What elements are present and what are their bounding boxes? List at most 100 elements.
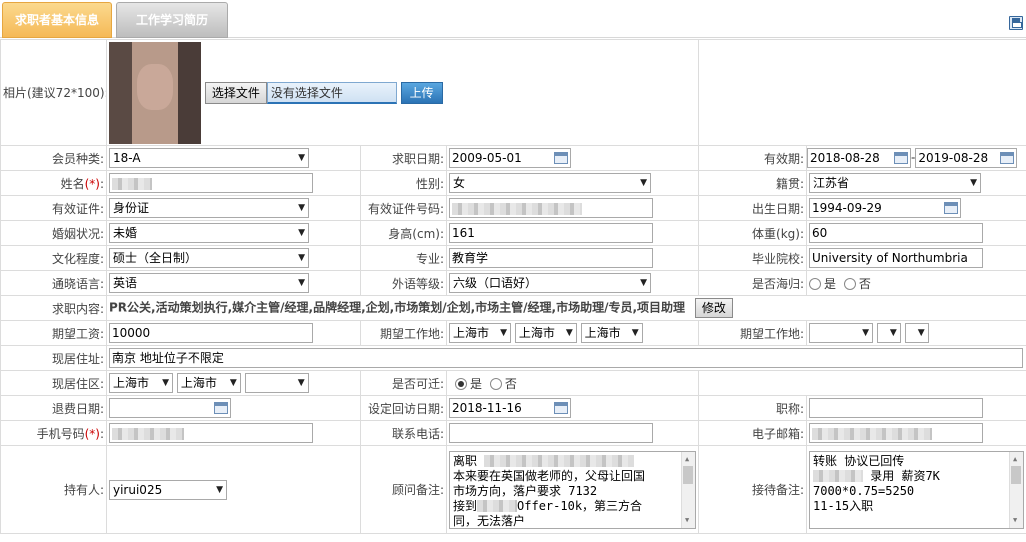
mobile-label: 手机号码(*): <box>0 420 107 446</box>
mobile-input[interactable] <box>109 423 313 443</box>
current-area-city-select[interactable]: 上海市 ▼ <box>176 373 241 393</box>
chevron-down-icon: ▼ <box>640 278 647 288</box>
scrollbar[interactable] <box>681 451 695 528</box>
expected-salary-input[interactable]: 10000 <box>109 323 313 343</box>
refund-date-input[interactable] <box>109 398 231 418</box>
apply-date-input[interactable]: 2009-05-01 <box>449 148 571 168</box>
name-input[interactable] <box>109 173 313 193</box>
expected-location-district-select[interactable]: 上海市 ▼ <box>580 323 643 343</box>
chevron-down-icon: ▼ <box>631 328 639 338</box>
expected-location-city-select[interactable]: 上海市 ▼ <box>514 323 577 343</box>
chevron-down-icon: ▼ <box>298 153 305 163</box>
calendar-icon[interactable] <box>894 152 908 164</box>
calendar-icon[interactable] <box>214 402 228 414</box>
returnee-yes-radio[interactable] <box>809 278 821 290</box>
language-label: 通晓语言: <box>0 270 107 296</box>
weight-input[interactable]: 60 <box>809 223 983 243</box>
language-select[interactable]: 英语 ▼ <box>109 273 309 293</box>
email-label: 电子邮箱: <box>698 420 807 446</box>
birth-date-label: 出生日期: <box>698 195 807 221</box>
email-input[interactable] <box>809 423 983 443</box>
holder-select[interactable]: yirui025 ▼ <box>109 479 227 500</box>
tab-basic-info[interactable]: 求职者基本信息 <box>2 2 112 38</box>
chevron-down-icon: ▼ <box>298 228 305 238</box>
redacted-text <box>484 455 635 467</box>
expected-location-label: 期望工作地: <box>360 320 447 346</box>
school-label: 毕业院校: <box>698 245 807 271</box>
chevron-down-icon: ▼ <box>640 178 647 188</box>
language-level-label: 外语等级: <box>360 270 447 296</box>
expected-location2-label: 期望工作地: <box>698 320 807 346</box>
chevron-down-icon: ▼ <box>565 328 573 338</box>
gender-select[interactable]: 女 ▼ <box>449 173 651 193</box>
current-area-province-select[interactable]: 上海市 ▼ <box>109 373 173 393</box>
redacted-text <box>112 177 152 190</box>
tab-work-study-resume[interactable]: 工作学习简历 <box>116 2 228 38</box>
member-type-select[interactable]: 18-A ▼ <box>109 148 309 168</box>
relocate-yes-radio[interactable] <box>455 378 467 390</box>
calendar-icon[interactable] <box>554 402 568 414</box>
edit-job-content-button[interactable]: 修改 <box>694 298 733 318</box>
relocate-label: 是否可迁: <box>360 370 447 396</box>
id-type-select[interactable]: 身份证 ▼ <box>109 198 309 218</box>
major-label: 专业: <box>360 245 447 271</box>
reception-note-textarea[interactable]: 转账 协议已回传 录用 薪资7K 7000*0.75=5250 11-15入职 <box>809 450 1024 529</box>
calendar-icon[interactable] <box>944 202 958 214</box>
returnee-label: 是否海归: <box>698 270 807 296</box>
native-select[interactable]: 江苏省 ▼ <box>809 173 981 193</box>
chevron-down-icon: ▼ <box>297 378 305 388</box>
upload-button[interactable]: 上传 <box>400 81 443 104</box>
valid-end-input[interactable]: 2019-08-28 <box>915 148 1018 168</box>
id-number-input[interactable] <box>449 198 653 218</box>
school-input[interactable]: University of Northumbria <box>809 248 983 268</box>
marital-label: 婚姻状况: <box>0 220 107 246</box>
save-icon[interactable] <box>1009 16 1023 30</box>
chevron-down-icon: ▼ <box>298 203 305 213</box>
redacted-text <box>452 202 582 215</box>
education-label: 文化程度: <box>0 245 107 271</box>
redacted-text <box>477 500 518 512</box>
calendar-icon[interactable] <box>1000 152 1015 164</box>
expected-location-province-select[interactable]: 上海市 ▼ <box>449 323 511 343</box>
redacted-text <box>812 427 932 440</box>
job-title-input[interactable] <box>809 398 983 418</box>
relocate-no-radio[interactable] <box>489 378 502 390</box>
chevron-down-icon: ▼ <box>862 328 869 338</box>
returnee-yes-label: 是 <box>824 276 837 291</box>
current-address-label: 现居住址: <box>0 345 107 371</box>
height-input[interactable]: 161 <box>449 223 653 243</box>
id-number-label: 有效证件号码: <box>360 195 447 221</box>
expected-location2-city-select[interactable]: ▼ <box>876 323 901 343</box>
photo-empty-cell <box>698 39 1026 146</box>
valid-start-input[interactable]: 2018-08-28 <box>807 148 911 168</box>
applicant-form: 相片(建议72*100): 选择文件 没有选择文件 上传 会员种类: 18-A ▼ … <box>0 39 1026 534</box>
applicant-photo <box>109 41 201 144</box>
birth-date-input[interactable]: 1994-09-29 <box>809 198 961 218</box>
reception-note-label: 接待备注: <box>698 445 807 534</box>
phone-label: 联系电话: <box>360 420 447 446</box>
chevron-down-icon: ▼ <box>500 328 507 338</box>
major-input[interactable]: 教育学 <box>449 248 653 268</box>
chevron-down-icon: ▼ <box>917 328 925 338</box>
consultant-note-textarea[interactable]: 离职 本来要在英国做老师的，父母让回国 市场方向，落户要求 7132 接到 Off… <box>449 450 696 529</box>
tab-bar: 求职者基本信息 工作学习简历 <box>0 0 1026 38</box>
expected-location2-district-select[interactable]: ▼ <box>904 323 929 343</box>
phone-input[interactable] <box>449 423 653 443</box>
calendar-icon[interactable] <box>554 152 568 164</box>
id-type-label: 有效证件: <box>0 195 107 221</box>
relocate-yes-label: 是 <box>470 376 483 391</box>
expected-location2-province-select[interactable]: ▼ <box>809 323 873 343</box>
current-address-input[interactable]: 南京 地址位子不限定 <box>109 348 1023 368</box>
chevron-down-icon: ▼ <box>298 253 305 263</box>
redacted-text <box>813 470 863 482</box>
callback-date-input[interactable]: 2018-11-16 <box>449 398 571 418</box>
native-label: 籍贯: <box>698 170 807 196</box>
language-level-select[interactable]: 六级（口语好） ▼ <box>449 273 651 293</box>
choose-file-button[interactable]: 选择文件 <box>204 81 267 104</box>
current-area-district-select[interactable]: ▼ <box>244 373 309 393</box>
scrollbar[interactable] <box>1009 451 1023 528</box>
education-select[interactable]: 硕士（全日制） ▼ <box>109 248 309 268</box>
file-status-text: 没有选择文件 <box>266 81 397 104</box>
marital-select[interactable]: 未婚 ▼ <box>109 223 309 243</box>
returnee-no-radio[interactable] <box>843 278 856 290</box>
